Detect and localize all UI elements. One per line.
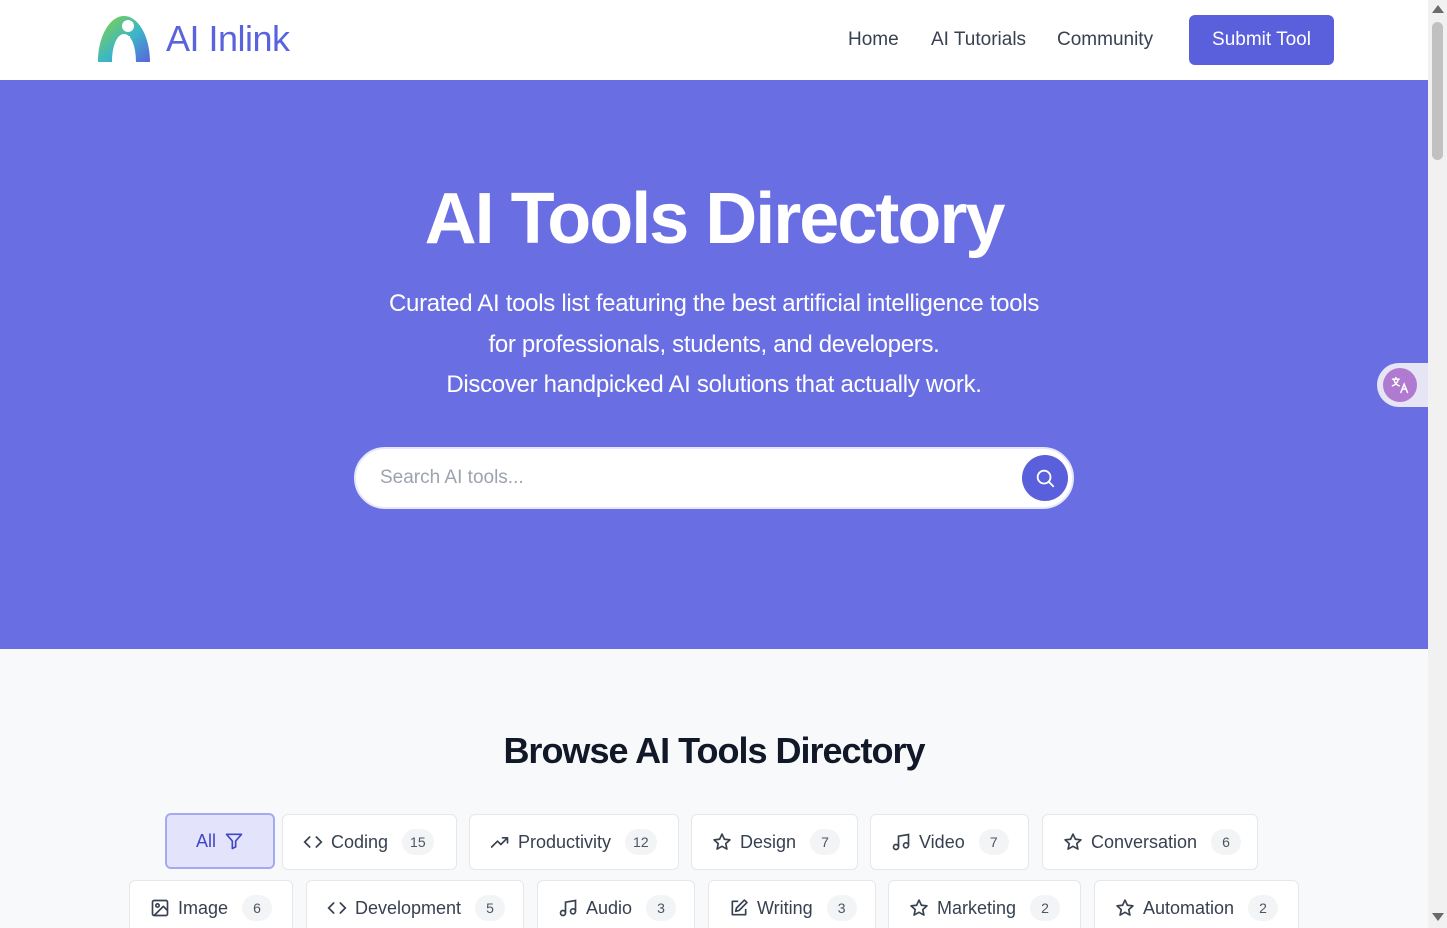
search-input[interactable] bbox=[380, 463, 1000, 493]
category-design[interactable]: Design 7 bbox=[691, 814, 858, 870]
category-label: All bbox=[195, 830, 216, 851]
category-video[interactable]: Video 7 bbox=[870, 814, 1029, 870]
hero-title: AI Tools Directory bbox=[424, 179, 1006, 259]
category-count: 2 bbox=[1030, 895, 1061, 921]
logo-icon bbox=[98, 16, 150, 62]
search-icon bbox=[1036, 469, 1055, 488]
category-conversation[interactable]: Conversation 6 bbox=[1042, 814, 1258, 870]
star-icon bbox=[909, 898, 929, 918]
nav-home[interactable]: Home bbox=[848, 29, 899, 51]
category-label: Marketing bbox=[937, 897, 1017, 918]
edit-icon bbox=[729, 898, 749, 918]
category-label: Coding bbox=[331, 831, 389, 852]
category-label: Productivity bbox=[518, 831, 612, 852]
trending-up-icon bbox=[490, 832, 510, 852]
filter-icon bbox=[224, 831, 244, 851]
music-icon bbox=[558, 898, 578, 918]
translate-icon bbox=[1383, 368, 1417, 402]
scroll-thumb[interactable] bbox=[1432, 22, 1443, 160]
star-icon bbox=[1115, 898, 1135, 918]
category-label: Image bbox=[178, 897, 229, 918]
hero-subtitle-line-2: for professionals, students, and develop… bbox=[488, 331, 940, 358]
brand-logo[interactable]: AI Inlink bbox=[96, 14, 290, 64]
category-count: 15 bbox=[402, 829, 434, 855]
category-count: 2 bbox=[1248, 895, 1279, 921]
category-label: Audio bbox=[586, 897, 633, 918]
category-count: 6 bbox=[1211, 829, 1242, 855]
category-all[interactable]: All bbox=[165, 813, 275, 869]
search-button[interactable] bbox=[1022, 455, 1068, 501]
search-bar bbox=[354, 447, 1074, 509]
hero-subtitle-line-1: Curated AI tools list featuring the best… bbox=[388, 290, 1040, 317]
category-label: Writing bbox=[757, 897, 813, 918]
category-label: Conversation bbox=[1091, 831, 1198, 852]
image-icon bbox=[150, 898, 170, 918]
category-label: Video bbox=[919, 831, 965, 852]
category-coding[interactable]: Coding 15 bbox=[282, 814, 457, 870]
music-icon bbox=[891, 832, 911, 852]
star-icon bbox=[712, 832, 732, 852]
category-image[interactable]: Image 6 bbox=[129, 880, 293, 928]
category-count: 3 bbox=[826, 895, 857, 921]
top-navbar: AI Inlink Home AI Tutorials Community Su… bbox=[0, 0, 1428, 80]
nav-ai-tutorials[interactable]: AI Tutorials bbox=[931, 29, 1026, 51]
category-count: 3 bbox=[646, 895, 677, 921]
category-writing[interactable]: Writing 3 bbox=[708, 880, 876, 928]
category-automation[interactable]: Automation 2 bbox=[1094, 880, 1299, 928]
nav-community[interactable]: Community bbox=[1057, 29, 1153, 51]
scroll-down-arrow-icon[interactable] bbox=[1432, 913, 1444, 921]
category-label: Automation bbox=[1143, 897, 1235, 918]
page-scrollbar[interactable] bbox=[1428, 0, 1447, 928]
category-count: 6 bbox=[242, 895, 273, 921]
category-audio[interactable]: Audio 3 bbox=[537, 880, 695, 928]
code-icon bbox=[327, 898, 347, 918]
category-count: 12 bbox=[625, 829, 657, 855]
code-icon bbox=[303, 832, 323, 852]
submit-tool-button[interactable]: Submit Tool bbox=[1189, 15, 1334, 65]
category-count: 7 bbox=[978, 829, 1009, 855]
scroll-up-arrow-icon[interactable] bbox=[1432, 5, 1444, 13]
category-marketing[interactable]: Marketing 2 bbox=[888, 880, 1081, 928]
brand-name: AI Inlink bbox=[166, 18, 290, 59]
category-productivity[interactable]: Productivity 12 bbox=[469, 814, 679, 870]
category-development[interactable]: Development 5 bbox=[306, 880, 524, 928]
hero-subtitle-line-3: Discover handpicked AI solutions that ac… bbox=[446, 371, 982, 398]
section-title: Browse AI Tools Directory bbox=[503, 730, 925, 771]
category-label: Development bbox=[355, 897, 462, 918]
star-icon bbox=[1063, 832, 1083, 852]
category-label: Design bbox=[740, 831, 797, 852]
hero-section: AI Tools Directory Curated AI tools list… bbox=[0, 80, 1428, 649]
category-count: 7 bbox=[810, 829, 841, 855]
category-count: 5 bbox=[475, 895, 506, 921]
